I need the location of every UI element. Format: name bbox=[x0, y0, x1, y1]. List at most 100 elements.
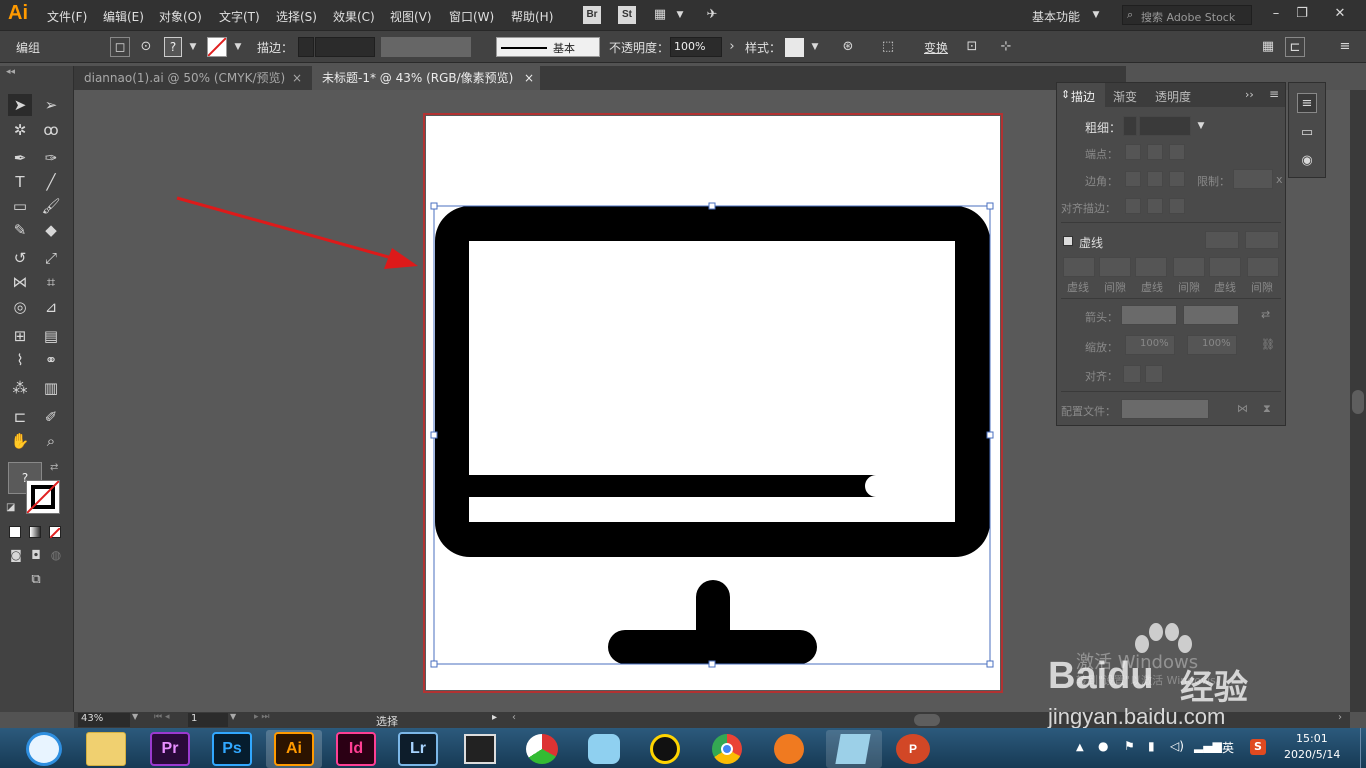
panel-menu-icon[interactable]: ≡ bbox=[1269, 87, 1279, 101]
bevel-join-icon[interactable] bbox=[1169, 171, 1185, 187]
gap-col-label: 间隙 bbox=[1178, 281, 1200, 294]
align-inside-icon[interactable] bbox=[1147, 198, 1163, 214]
photoshop-app[interactable]: Ps bbox=[212, 732, 252, 766]
cap-label: 端点： bbox=[1085, 148, 1118, 161]
dash-col-label: 虚线 bbox=[1141, 281, 1163, 294]
arrow-extend-icon[interactable] bbox=[1123, 365, 1141, 383]
show-desktop-button[interactable] bbox=[1360, 728, 1366, 768]
square-cap-icon[interactable] bbox=[1169, 144, 1185, 160]
dash3-input[interactable] bbox=[1209, 257, 1241, 277]
start-arrowhead-select[interactable] bbox=[1121, 305, 1177, 325]
dash-preserve-icon[interactable] bbox=[1205, 231, 1239, 249]
dash-col-label: 虚线 bbox=[1214, 281, 1236, 294]
arrow-place-icon[interactable] bbox=[1145, 365, 1163, 383]
gap3-input[interactable] bbox=[1247, 257, 1279, 277]
align-center-icon[interactable] bbox=[1125, 198, 1141, 214]
swap-arrowheads-icon[interactable]: ⇄ bbox=[1261, 308, 1270, 321]
tray-volume-icon[interactable]: ◁) bbox=[1170, 739, 1184, 753]
stroke-panel-icon[interactable]: ≡ bbox=[1297, 93, 1317, 113]
tray-network-alert-icon[interactable]: ⚑ bbox=[1124, 739, 1135, 753]
weight-label: 粗细： bbox=[1085, 121, 1122, 135]
page-input[interactable]: 1 bbox=[188, 713, 228, 727]
powerpoint-icon[interactable]: P bbox=[896, 734, 930, 764]
scroll-thumb[interactable] bbox=[1352, 390, 1364, 414]
limit-input[interactable] bbox=[1233, 169, 1273, 189]
ime-indicator[interactable]: 英 bbox=[1222, 739, 1234, 756]
corner-label: 边角： bbox=[1085, 175, 1118, 188]
baidu-url: jingyan.baidu.com bbox=[1048, 704, 1226, 729]
limit-unit: x bbox=[1276, 173, 1283, 186]
tray-wifi-icon[interactable]: ▂▄▆ bbox=[1194, 739, 1222, 753]
weight-stepper[interactable] bbox=[1123, 116, 1137, 136]
miter-join-icon[interactable] bbox=[1125, 171, 1141, 187]
dash2-input[interactable] bbox=[1135, 257, 1167, 277]
round-cap-icon[interactable] bbox=[1147, 144, 1163, 160]
zoom-dropdown-icon[interactable]: ▼ bbox=[132, 712, 138, 721]
indesign-app[interactable]: Id bbox=[336, 732, 376, 766]
start-scale-input[interactable]: 100% bbox=[1125, 335, 1175, 355]
end-arrowhead-select[interactable] bbox=[1183, 305, 1239, 325]
tray-qq-icon[interactable]: ● bbox=[1098, 739, 1108, 753]
hscroll-thumb[interactable] bbox=[914, 714, 940, 726]
zoom-input[interactable]: 43% bbox=[78, 713, 130, 727]
clock-date[interactable]: 2020/5/14 bbox=[1284, 748, 1340, 761]
dash1-input[interactable] bbox=[1063, 257, 1095, 277]
tab-gradient[interactable]: 渐变 bbox=[1113, 88, 1137, 105]
premiere-app[interactable]: Pr bbox=[150, 732, 190, 766]
file-explorer-icon[interactable] bbox=[86, 732, 126, 766]
collapsed-panels: ≡ ▭ ◉ bbox=[1288, 82, 1326, 178]
lightroom-app[interactable]: Lr bbox=[398, 732, 438, 766]
weight-dropdown-icon[interactable]: ▼ bbox=[1191, 116, 1211, 136]
link-scale-icon[interactable]: ⛓ bbox=[1261, 338, 1275, 351]
scroll-left-icon[interactable]: ‹ bbox=[512, 712, 516, 723]
video-app-icon[interactable] bbox=[464, 734, 496, 764]
sogou-ime-icon[interactable]: S bbox=[1250, 739, 1266, 755]
align-outside-icon[interactable] bbox=[1169, 198, 1185, 214]
browser-app-icon[interactable] bbox=[774, 734, 804, 764]
expand-icon[interactable]: ›› bbox=[1245, 88, 1254, 101]
flip-horizontal-icon[interactable]: ⋈ bbox=[1237, 402, 1248, 415]
scroll-right-icon[interactable]: › bbox=[1338, 712, 1342, 723]
gap1-input[interactable] bbox=[1099, 257, 1131, 277]
gradient-panel-icon[interactable]: ▭ bbox=[1297, 123, 1317, 143]
transparency-panel-icon[interactable]: ◉ bbox=[1297, 151, 1317, 171]
weight-input[interactable] bbox=[1139, 116, 1191, 136]
divider bbox=[1061, 298, 1281, 299]
end-scale-input[interactable]: 100% bbox=[1187, 335, 1237, 355]
arrowhead-label: 箭头： bbox=[1085, 311, 1118, 324]
annotation-arrow bbox=[176, 196, 418, 269]
next-page-icon[interactable]: ▸ ⏭ bbox=[254, 712, 269, 722]
profile-select[interactable] bbox=[1121, 399, 1209, 419]
page-dropdown-icon[interactable]: ▼ bbox=[230, 712, 236, 721]
round-join-icon[interactable] bbox=[1147, 171, 1163, 187]
status-menu-icon[interactable]: ▸ bbox=[492, 712, 497, 723]
gap2-input[interactable] bbox=[1173, 257, 1205, 277]
qq-icon[interactable] bbox=[650, 734, 680, 764]
profile-label: 配置文件： bbox=[1061, 405, 1116, 418]
vertical-scrollbar[interactable] bbox=[1350, 90, 1366, 712]
first-page-icon[interactable]: ⏮ ◂ bbox=[154, 712, 169, 722]
tab-transparency[interactable]: 透明度 bbox=[1155, 88, 1191, 105]
dash-align-corners-icon[interactable] bbox=[1245, 231, 1279, 249]
stroke-panel: ⇕ 描边 渐变 透明度 ›› ≡ 粗细： ▼ 端点： 边角： 限制： x 对齐描… bbox=[1056, 82, 1286, 426]
illustrator-app[interactable]: Ai bbox=[274, 732, 314, 766]
butt-cap-icon[interactable] bbox=[1125, 144, 1141, 160]
current-tool-status: 选择 bbox=[376, 715, 398, 728]
windows-taskbar: Pr Ps Ai Id Lr P ▲ ● ⚑ ▮ ◁) ▂▄▆ 英 S 15:0… bbox=[0, 728, 1366, 768]
gap-col-label: 间隙 bbox=[1251, 281, 1273, 294]
tray-battery-icon[interactable]: ▮ bbox=[1148, 739, 1155, 753]
gap-col-label: 间隙 bbox=[1104, 281, 1126, 294]
dash-col-label: 虚线 bbox=[1067, 281, 1089, 294]
chrome-icon[interactable] bbox=[712, 734, 742, 764]
dashed-label: 虚线 bbox=[1079, 236, 1104, 250]
limit-label: 限制： bbox=[1197, 175, 1230, 188]
start-button[interactable] bbox=[26, 732, 62, 766]
notes-app-icon[interactable] bbox=[835, 734, 871, 764]
flip-vertical-icon[interactable]: ⧗ bbox=[1263, 402, 1271, 416]
tray-expand-icon[interactable]: ▲ bbox=[1076, 742, 1084, 753]
dashed-checkbox[interactable] bbox=[1063, 236, 1073, 246]
pinwheel-app-icon[interactable] bbox=[526, 734, 558, 764]
chat-app-icon[interactable] bbox=[588, 734, 620, 764]
clock-time[interactable]: 15:01 bbox=[1296, 732, 1328, 745]
monitor-icon-artwork[interactable] bbox=[435, 206, 990, 664]
